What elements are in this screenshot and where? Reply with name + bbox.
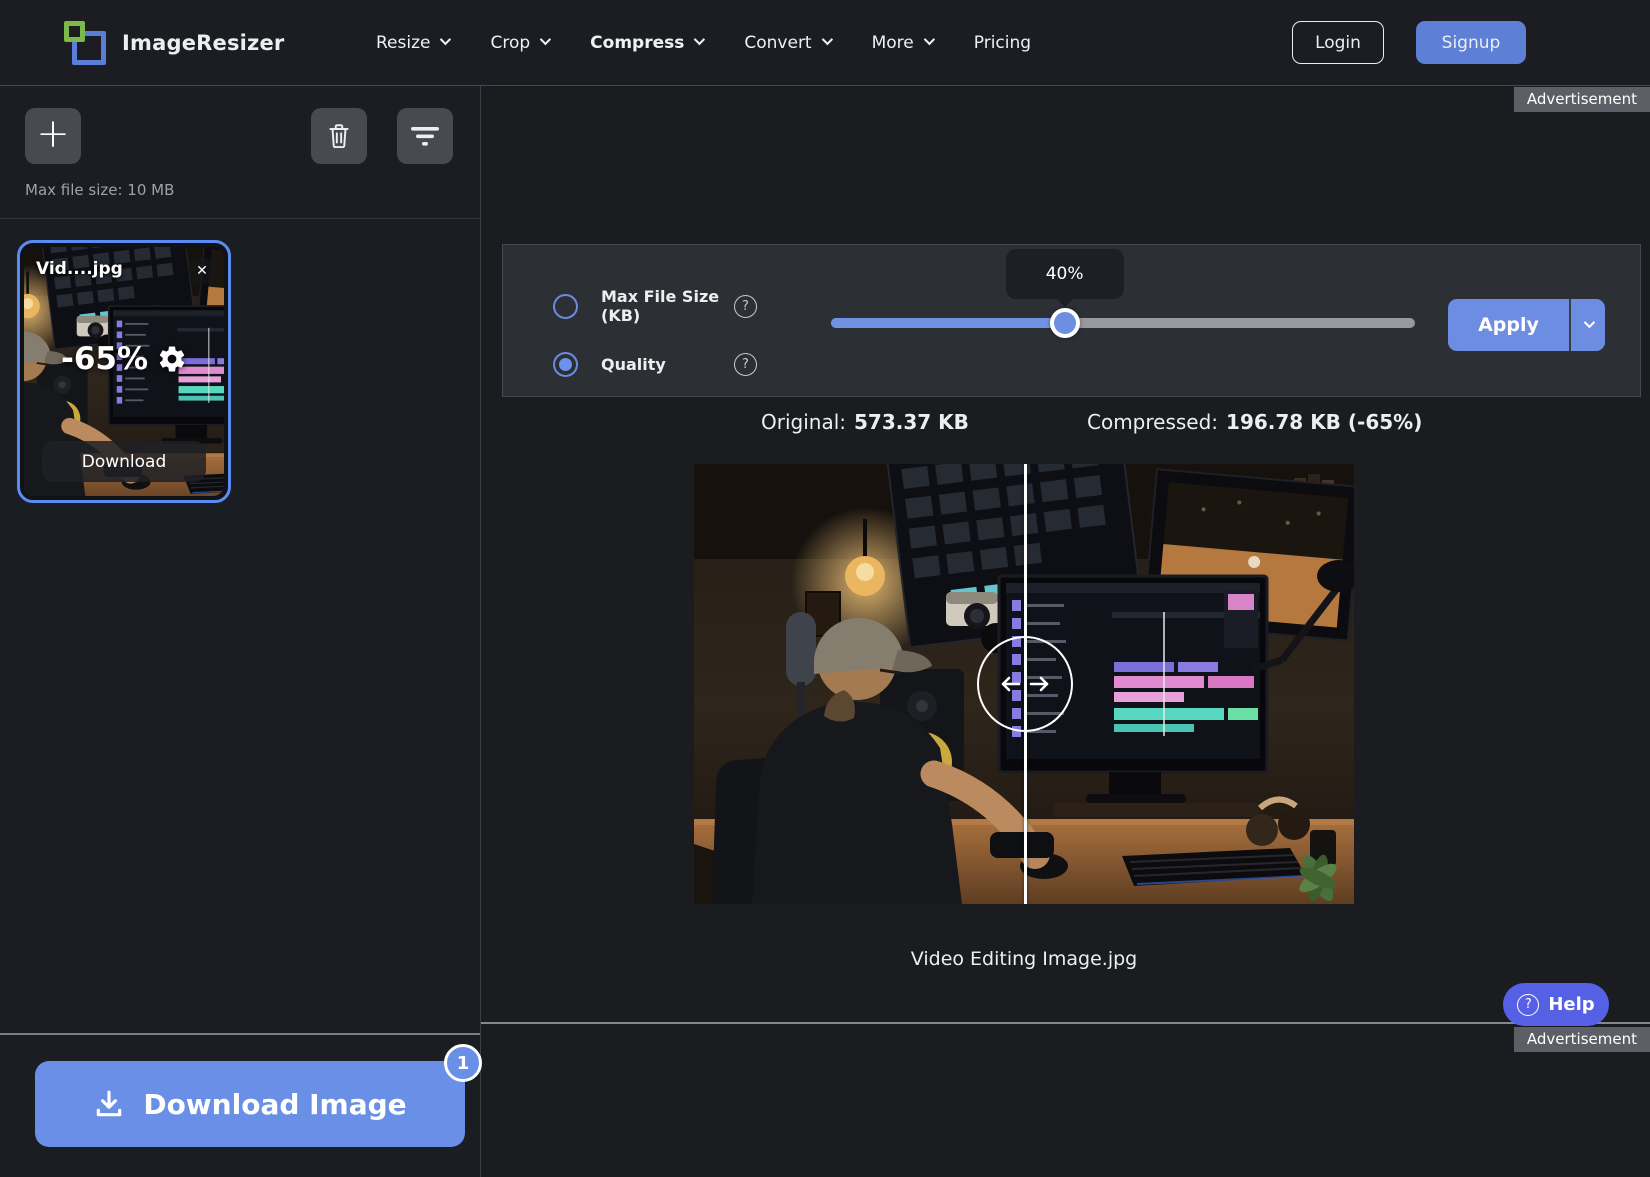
- help-button[interactable]: ? Help: [1503, 983, 1609, 1026]
- close-icon: ✕: [196, 263, 208, 279]
- nav-item-compress[interactable]: Compress: [590, 33, 702, 53]
- plus-icon: +: [36, 114, 70, 154]
- filter-icon: [410, 125, 440, 147]
- main-area: Advertisement Max File Size (KB) ? Quali…: [481, 86, 1650, 1177]
- slider-thumb[interactable]: [1050, 308, 1080, 338]
- main-nav: Resize Crop Compress Convert More Pricin…: [376, 0, 1031, 86]
- sidebar-divider: [0, 218, 480, 219]
- trash-icon: [326, 122, 352, 150]
- chevron-down-icon: [694, 34, 705, 45]
- brand-name: ImageResizer: [122, 31, 284, 55]
- filter-button[interactable]: [397, 108, 453, 164]
- apply-dropdown-button[interactable]: [1569, 299, 1605, 351]
- compare-handle[interactable]: [977, 636, 1073, 732]
- file-name: Vid....jpg: [36, 259, 123, 279]
- delete-all-button[interactable]: [311, 108, 367, 164]
- signup-button[interactable]: Signup: [1416, 21, 1526, 64]
- reduction-percent: -65%: [61, 341, 148, 377]
- chevron-down-icon: [440, 34, 451, 45]
- advertisement-label-bottom: Advertisement: [1514, 1027, 1650, 1052]
- quality-label: Quality: [601, 355, 734, 374]
- slider-tooltip: 40%: [1006, 249, 1124, 299]
- nav-item-crop[interactable]: Crop: [490, 33, 548, 53]
- left-right-arrows-icon: [999, 673, 1051, 695]
- compression-controls-panel: Max File Size (KB) ? Quality ? 40% Apply: [502, 244, 1641, 397]
- download-image-label: Download Image: [143, 1088, 406, 1121]
- max-file-size-label: Max File Size (KB): [601, 287, 734, 325]
- download-icon: [93, 1088, 125, 1120]
- original-size: Original:573.37 KB: [761, 410, 969, 434]
- comparison-image: [694, 464, 1354, 904]
- max-file-size-note: Max file size: 10 MB: [25, 181, 174, 199]
- apply-button[interactable]: Apply: [1448, 299, 1569, 351]
- apply-split-button: Apply: [1448, 299, 1605, 351]
- sidebar: + Max file size: 10 MB Vid..: [0, 86, 481, 1177]
- radio-max-file-size[interactable]: [553, 294, 578, 319]
- download-image-button[interactable]: Download Image: [35, 1061, 465, 1147]
- imageresizer-logo-icon: [64, 21, 108, 65]
- chevron-down-icon: [540, 34, 551, 45]
- sidebar-bottom-divider: [0, 1033, 480, 1035]
- image-count-badge: 1: [444, 1044, 482, 1082]
- login-button[interactable]: Login: [1292, 21, 1384, 64]
- chevron-down-icon: [1584, 317, 1595, 328]
- help-question-icon[interactable]: ?: [734, 295, 757, 318]
- file-download-button[interactable]: Download: [42, 441, 206, 482]
- help-label: Help: [1548, 994, 1594, 1015]
- compressed-size: Compressed:196.78 KB (-65%): [1087, 410, 1422, 434]
- chevron-down-icon: [924, 34, 935, 45]
- gear-icon[interactable]: [157, 344, 187, 374]
- image-caption: Video Editing Image.jpg: [694, 948, 1354, 970]
- header: ImageResizer Resize Crop Compress Conver…: [0, 0, 1650, 86]
- size-comparison: Original:573.37 KB Compressed:196.78 KB …: [481, 410, 1650, 442]
- help-question-icon: ?: [1517, 994, 1539, 1016]
- radio-quality[interactable]: [553, 352, 578, 377]
- reduction-overlay: -65%: [20, 341, 228, 377]
- nav-item-convert[interactable]: Convert: [744, 33, 829, 53]
- main-bottom-divider: [481, 1022, 1650, 1024]
- help-question-icon[interactable]: ?: [734, 353, 757, 376]
- remove-file-button[interactable]: ✕: [188, 257, 216, 285]
- nav-item-resize[interactable]: Resize: [376, 33, 448, 53]
- nav-item-pricing[interactable]: Pricing: [974, 33, 1031, 53]
- brand[interactable]: ImageResizer: [64, 0, 284, 86]
- file-card[interactable]: Vid....jpg ✕ -65% Download: [17, 240, 231, 503]
- add-image-button[interactable]: +: [25, 108, 81, 164]
- advertisement-label-top: Advertisement: [1514, 87, 1650, 112]
- slider-fill: [831, 318, 1065, 328]
- chevron-down-icon: [821, 34, 832, 45]
- nav-item-more[interactable]: More: [872, 33, 932, 53]
- quality-slider-track[interactable]: 40%: [831, 318, 1415, 328]
